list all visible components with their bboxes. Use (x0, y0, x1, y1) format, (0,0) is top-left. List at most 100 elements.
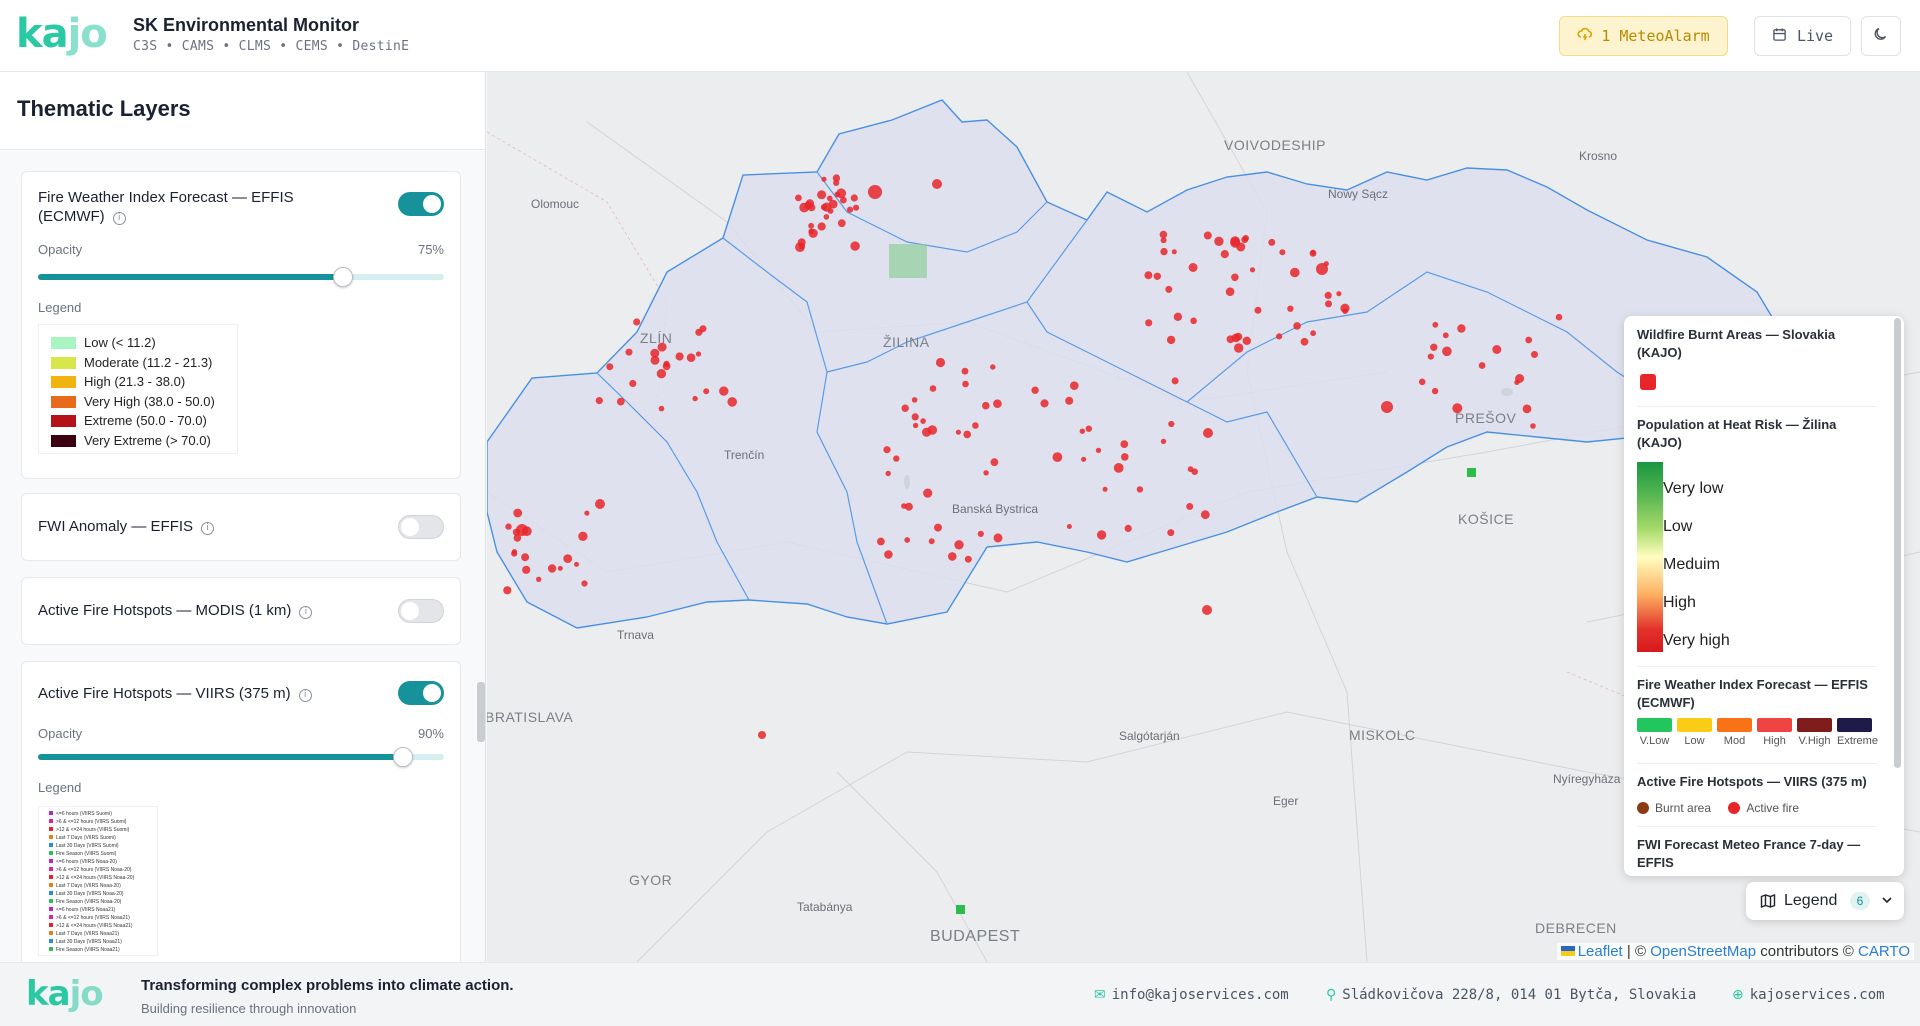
fire-hotspot-marker[interactable] (972, 422, 979, 429)
fire-hotspot-marker[interactable] (1186, 503, 1194, 510)
fire-hotspot-marker[interactable] (993, 399, 1002, 409)
fire-hotspot-marker[interactable] (920, 418, 926, 424)
fire-hotspot-marker[interactable] (929, 385, 937, 392)
legend-scrollbar[interactable] (1894, 318, 1901, 768)
fire-hotspot-marker[interactable] (1124, 524, 1132, 532)
fire-hotspot-marker[interactable] (805, 199, 815, 208)
fire-hotspot-marker[interactable] (1040, 399, 1049, 408)
fire-hotspot-marker[interactable] (1226, 335, 1235, 344)
fire-hotspot-marker[interactable] (795, 194, 802, 202)
fire-hotspot-marker[interactable] (505, 523, 512, 530)
carto-link[interactable]: CARTO (1858, 943, 1910, 960)
fire-hotspot-marker[interactable] (719, 386, 729, 396)
slider-thumb[interactable] (393, 747, 414, 767)
fire-hotspot-marker[interactable] (963, 430, 971, 439)
fire-hotspot-marker[interactable] (1079, 428, 1085, 434)
fire-hotspot-marker[interactable] (1220, 250, 1229, 259)
fire-hotspot-marker[interactable] (703, 388, 710, 395)
fire-hotspot-marker[interactable] (1279, 249, 1286, 256)
fire-hotspot-marker[interactable] (868, 185, 882, 199)
fire-hotspot-marker[interactable] (1203, 231, 1212, 240)
fire-hotspot-marker[interactable] (658, 405, 665, 412)
fire-hotspot-marker[interactable] (662, 362, 671, 371)
fire-hotspot-marker[interactable] (1081, 456, 1087, 462)
fire-hotspot-marker[interactable] (977, 530, 984, 537)
layer-toggle[interactable] (398, 599, 444, 623)
fire-hotspot-marker[interactable] (1231, 273, 1239, 282)
fire-hotspot-marker[interactable] (1442, 332, 1449, 339)
fire-hotspot-marker[interactable] (982, 401, 990, 410)
fire-hotspot-marker[interactable] (983, 470, 989, 476)
fire-hotspot-marker[interactable] (675, 352, 684, 361)
kajo-logo[interactable]: kajo (16, 12, 108, 56)
fire-hotspot-marker[interactable] (584, 510, 590, 516)
fire-hotspot-marker[interactable] (1031, 386, 1039, 394)
footer-website[interactable]: ⊕ kajoservices.com (1732, 987, 1885, 1003)
fire-hotspot-marker[interactable] (1085, 425, 1092, 432)
fire-hotspot-marker[interactable] (1102, 486, 1108, 492)
fire-hotspot-marker[interactable] (1457, 324, 1466, 333)
fire-hotspot-marker[interactable] (877, 537, 885, 546)
fire-hotspot-marker[interactable] (990, 364, 996, 370)
fire-hotspot-marker[interactable] (1522, 404, 1532, 414)
fire-hotspot-marker[interactable] (934, 523, 942, 532)
fire-hotspot-marker[interactable] (901, 503, 907, 509)
fire-hotspot-marker[interactable] (686, 353, 696, 363)
fire-hotspot-marker[interactable] (1120, 440, 1129, 448)
fire-hotspot-marker[interactable] (808, 222, 814, 229)
fire-hotspot-marker[interactable] (1052, 452, 1063, 462)
fire-hotspot-marker[interactable] (1096, 530, 1107, 540)
fire-hotspot-marker[interactable] (853, 204, 860, 211)
fire-hotspot-marker[interactable] (1136, 486, 1144, 493)
fire-hotspot-marker[interactable] (1381, 401, 1393, 413)
fire-hotspot-marker[interactable] (1203, 428, 1213, 438)
layer-list[interactable]: Fire Weather Index Forecast — EFFIS (ECM… (0, 151, 485, 962)
fire-hotspot-marker[interactable] (521, 553, 530, 562)
fire-hotspot-marker[interactable] (1242, 336, 1251, 345)
fire-hotspot-marker[interactable] (1287, 305, 1294, 312)
fire-hotspot-marker[interactable] (964, 555, 972, 563)
fire-hotspot-marker[interactable] (1168, 420, 1175, 428)
fire-hotspot-marker[interactable] (901, 404, 909, 412)
fire-hotspot-marker[interactable] (1431, 387, 1439, 395)
fire-hotspot-marker[interactable] (1144, 271, 1153, 280)
fire-hotspot-marker[interactable] (850, 241, 860, 251)
fire-hotspot-marker[interactable] (1342, 308, 1348, 314)
fire-hotspot-marker[interactable] (1095, 447, 1102, 454)
theme-toggle-button[interactable] (1861, 16, 1901, 56)
footer-email[interactable]: ✉ info@kajoservices.com (1094, 987, 1289, 1003)
fire-hotspot-marker[interactable] (817, 222, 826, 231)
fire-hotspot-marker[interactable] (650, 355, 660, 365)
fire-hotspot-marker[interactable] (1442, 346, 1452, 357)
fire-hotspot-marker[interactable] (574, 561, 579, 567)
info-icon[interactable]: i (299, 606, 313, 619)
opacity-slider[interactable] (38, 747, 444, 767)
fire-hotspot-marker[interactable] (695, 351, 702, 357)
layer-toggle[interactable] (398, 192, 444, 216)
fire-hotspot-marker[interactable] (513, 508, 523, 518)
fire-hotspot-marker[interactable] (1555, 313, 1563, 321)
fire-hotspot-marker[interactable] (808, 228, 818, 238)
fire-hotspot-marker[interactable] (578, 531, 588, 541)
fire-hotspot-marker[interactable] (1432, 321, 1439, 328)
fire-hotspot-marker[interactable] (1165, 285, 1173, 293)
layer-toggle[interactable] (398, 515, 444, 539)
fire-hotspot-marker[interactable] (823, 214, 830, 220)
fire-hotspot-marker[interactable] (1478, 362, 1486, 369)
fire-hotspot-marker[interactable] (1300, 337, 1309, 346)
fire-hotspot-marker[interactable] (1336, 291, 1342, 297)
fire-hotspot-marker[interactable] (1202, 605, 1212, 615)
fire-hotspot-marker[interactable] (516, 524, 528, 536)
fire-hotspot-marker[interactable] (616, 397, 625, 406)
fire-hotspot-marker[interactable] (912, 422, 919, 429)
fire-hotspot-marker[interactable] (727, 397, 737, 407)
fire-hotspot-marker[interactable] (927, 425, 938, 435)
fire-hotspot-marker[interactable] (522, 565, 531, 574)
fire-hotspot-marker[interactable] (557, 565, 563, 571)
layer-toggle[interactable] (398, 681, 444, 705)
fire-hotspot-marker[interactable] (503, 586, 512, 595)
fire-hotspot-marker[interactable] (904, 537, 911, 543)
fire-hotspot-marker[interactable] (923, 488, 933, 498)
fire-hotspot-marker[interactable] (821, 176, 827, 182)
fire-hotspot-marker[interactable] (1173, 312, 1183, 321)
